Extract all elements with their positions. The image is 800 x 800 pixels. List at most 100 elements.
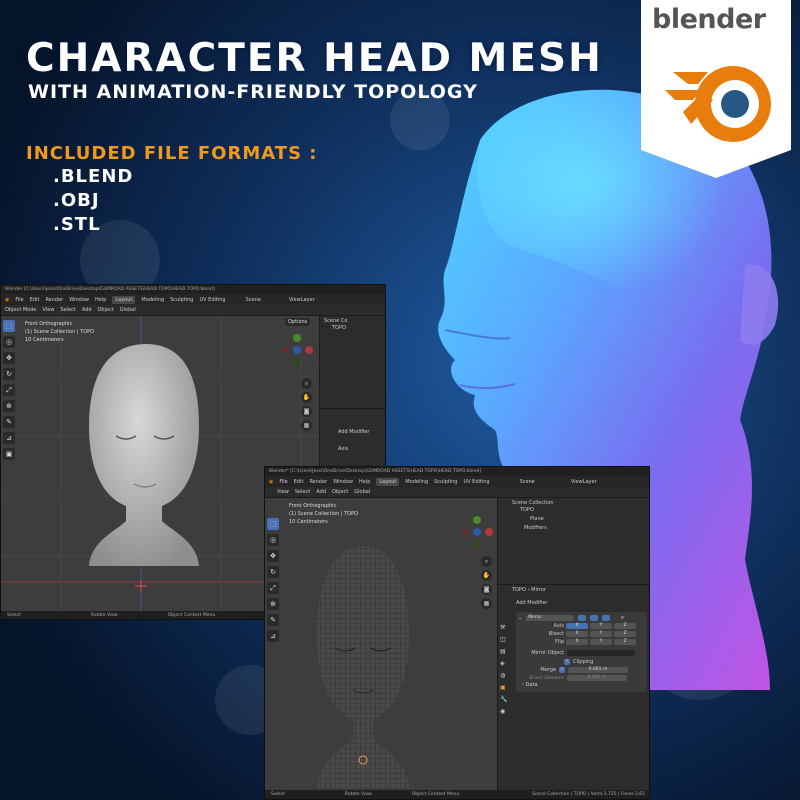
close-icon[interactable]: ×	[620, 615, 624, 621]
axis-y-toggle[interactable]: Y	[590, 623, 612, 629]
add-modifier-button[interactable]: Add Modifier	[320, 429, 385, 438]
axis-z-toggle[interactable]: Z	[614, 623, 636, 629]
transform-tool-icon[interactable]: ⊕	[267, 598, 279, 610]
perspective-icon[interactable]: ▦	[481, 598, 492, 609]
output-tab-icon[interactable]: ▤	[500, 648, 510, 655]
tab-uv-editing[interactable]: UV Editing	[199, 297, 225, 303]
menu-object[interactable]: Object	[98, 307, 114, 313]
merge-distance-field[interactable]: 0.001 m	[568, 667, 628, 673]
zoom-icon[interactable]: ⌕	[481, 556, 492, 567]
menu-file[interactable]: File	[15, 297, 23, 303]
outliner-topo[interactable]: TOPO	[498, 507, 649, 516]
tab-sculpting[interactable]: Sculpting	[170, 297, 193, 303]
zoom-icon[interactable]: ⌕	[301, 378, 312, 389]
flip-z-toggle[interactable]: Z	[614, 639, 636, 645]
annotate-tool-icon[interactable]: ✎	[3, 416, 15, 428]
clipping-checkbox[interactable]: ✓	[564, 659, 570, 665]
rotate-tool-icon[interactable]: ↻	[3, 368, 15, 380]
flip-y-toggle[interactable]: Y	[590, 639, 612, 645]
breadcrumb-modifier[interactable]: Mirror	[531, 587, 546, 593]
tab-uv-editing[interactable]: UV Editing	[463, 479, 489, 485]
menu-add[interactable]: Add	[82, 307, 92, 313]
bisect-y-toggle[interactable]: Y	[590, 631, 612, 637]
modifier-tab-icon[interactable]: 🔧	[500, 696, 510, 703]
scale-tool-icon[interactable]: ⤢	[267, 582, 279, 594]
pan-icon[interactable]: ✋	[301, 392, 312, 403]
mode-selector[interactable]: Object Mode	[5, 307, 37, 313]
scale-tool-icon[interactable]: ⤢	[3, 384, 15, 396]
menu-select[interactable]: Select	[60, 307, 75, 313]
menu-view[interactable]: View	[277, 489, 289, 495]
menu-blender[interactable]: ◉	[269, 479, 273, 485]
pan-icon[interactable]: ✋	[481, 570, 492, 581]
add-modifier-button[interactable]: Add Modifier	[498, 600, 649, 609]
menu-help[interactable]: Help	[359, 479, 370, 485]
menu-render[interactable]: Render	[45, 297, 63, 303]
menu-window[interactable]: Window	[333, 479, 353, 485]
outliner-scene-collection[interactable]: Scene Collection	[498, 498, 649, 507]
menu-file[interactable]: File	[279, 479, 287, 485]
cursor-tool-icon[interactable]: ◎	[3, 336, 15, 348]
chevron-down-icon[interactable]: ⌄	[518, 615, 522, 621]
outliner-modifiers[interactable]: Modifiers	[498, 525, 649, 534]
camera-icon[interactable]: ◙	[301, 406, 312, 417]
menu-help[interactable]: Help	[95, 297, 106, 303]
navigation-gizmo[interactable]	[277, 330, 317, 370]
measure-tool-icon[interactable]: ⊿	[267, 630, 279, 642]
menu-add[interactable]: Add	[316, 489, 326, 495]
merge-checkbox[interactable]: ✓	[559, 667, 565, 673]
physics-tab-icon[interactable]: ◉	[500, 708, 510, 715]
menu-window[interactable]: Window	[69, 297, 89, 303]
transform-orientation[interactable]: Global	[354, 489, 370, 495]
view-layer-selector[interactable]: ViewLayer	[289, 297, 315, 303]
view-layer-selector[interactable]: ViewLayer	[571, 479, 597, 485]
world-tab-icon[interactable]: ◍	[500, 672, 510, 679]
breadcrumb-object[interactable]: TOPO	[512, 587, 526, 593]
tab-modeling[interactable]: Modeling	[141, 297, 164, 303]
bisect-distance-field[interactable]: 0.001 m	[567, 675, 627, 681]
object-tab-icon[interactable]: ▣	[500, 684, 510, 691]
tab-sculpting[interactable]: Sculpting	[434, 479, 457, 485]
outliner-scene-collection[interactable]: Scene Co	[320, 316, 385, 325]
bisect-z-toggle[interactable]: Z	[614, 631, 636, 637]
menu-render[interactable]: Render	[309, 479, 327, 485]
flip-x-toggle[interactable]: X	[566, 639, 588, 645]
edit-mode-toggle-icon[interactable]	[578, 615, 587, 621]
perspective-icon[interactable]: ▦	[301, 420, 312, 431]
menu-object[interactable]: Object	[332, 489, 348, 495]
transform-orientation[interactable]: Global	[120, 307, 136, 313]
modifier-name-field[interactable]: Mirror	[526, 615, 575, 621]
data-subpanel[interactable]: › Data	[518, 682, 645, 690]
viewport-3d[interactable]: Front Orthographic (1) Scene Collection …	[265, 498, 497, 790]
move-tool-icon[interactable]: ✥	[3, 352, 15, 364]
tab-layout[interactable]: Layout	[376, 477, 400, 486]
measure-tool-icon[interactable]: ⊿	[3, 432, 15, 444]
tab-layout[interactable]: Layout	[112, 295, 136, 304]
mirror-object-field[interactable]	[567, 650, 635, 656]
outliner-plane[interactable]: Plane	[498, 516, 649, 525]
scene-selector[interactable]: Scene	[246, 297, 261, 303]
viewport-toggle-icon[interactable]	[590, 615, 599, 621]
menu-select[interactable]: Select	[295, 489, 310, 495]
select-tool-icon[interactable]: ⬚	[267, 518, 279, 530]
tool-tab-icon[interactable]: ⚒	[500, 624, 510, 631]
move-tool-icon[interactable]: ✥	[267, 550, 279, 562]
options-button[interactable]: Options	[285, 318, 311, 326]
axis-x-toggle[interactable]: X	[566, 623, 588, 629]
tab-modeling[interactable]: Modeling	[405, 479, 428, 485]
rotate-tool-icon[interactable]: ↻	[267, 566, 279, 578]
scene-tab-icon[interactable]: ◈	[500, 660, 510, 667]
add-cube-tool-icon[interactable]: ▣	[3, 448, 15, 460]
bisect-x-toggle[interactable]: X	[566, 631, 588, 637]
scene-selector[interactable]: Scene	[520, 479, 535, 485]
menu-edit[interactable]: Edit	[294, 479, 304, 485]
menu-view[interactable]: View	[43, 307, 55, 313]
annotate-tool-icon[interactable]: ✎	[267, 614, 279, 626]
menu-edit[interactable]: Edit	[30, 297, 40, 303]
transform-tool-icon[interactable]: ⊕	[3, 400, 15, 412]
cursor-tool-icon[interactable]: ◎	[267, 534, 279, 546]
render-toggle-icon[interactable]	[602, 615, 611, 621]
outliner-topo[interactable]: TOPO	[320, 325, 385, 334]
navigation-gizmo[interactable]	[457, 512, 497, 552]
camera-icon[interactable]: ◙	[481, 584, 492, 595]
